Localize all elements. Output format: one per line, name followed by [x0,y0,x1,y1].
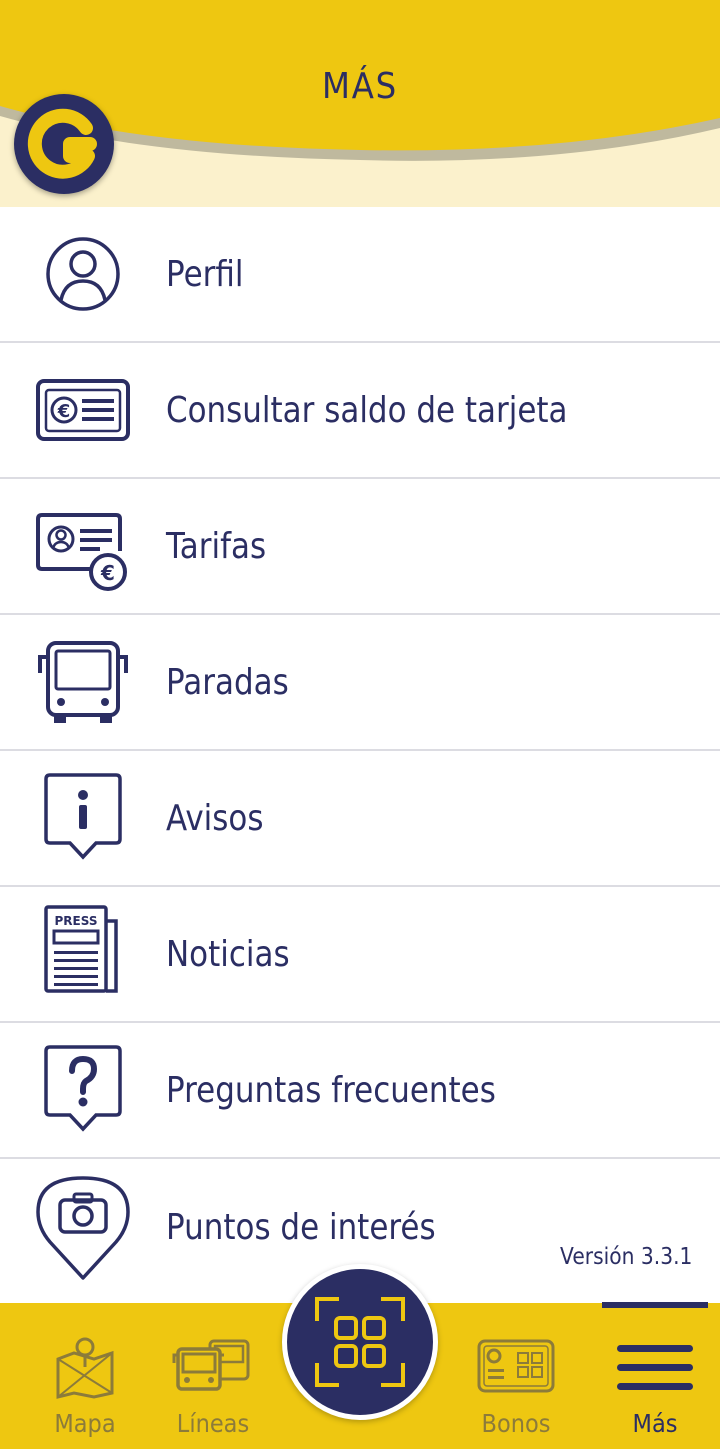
menu-item-label: Puntos de interés [166,1206,436,1248]
hamburger-menu-icon [617,1345,693,1390]
menu-item-label: Paradas [166,661,289,703]
tab-label: Bonos [481,1409,551,1438]
profile-icon [30,221,136,327]
card-balance-icon: € [30,357,136,463]
svg-text:€: € [57,401,71,422]
tab-label: Más [632,1409,678,1438]
buses-icon [172,1339,250,1391]
svg-text:€: € [100,561,115,585]
tab-label: Mapa [54,1409,116,1438]
menu-item-paradas[interactable]: Paradas [0,615,720,751]
qr-scan-icon [315,1297,405,1387]
g-logo-icon [27,108,97,179]
menu-item-label: Consultar saldo de tarjeta [166,389,568,431]
bus-stop-icon [30,629,136,735]
tab-label: Líneas [176,1409,250,1438]
svg-text:PRESS: PRESS [55,914,98,928]
menu-item-label: Tarifas [166,525,267,567]
tab-bonos[interactable]: Bonos [451,1303,581,1449]
menu-item-label: Noticias [166,933,290,975]
pass-card-icon [477,1339,555,1393]
newspaper-icon: PRESS [30,901,136,1007]
camera-pin-icon [30,1174,136,1280]
map-icon [56,1337,114,1399]
menu-list: Perfil € Consultar saldo de tarjeta € Ta… [0,207,720,1295]
menu-item-preguntas-frecuentes[interactable]: Preguntas frecuentes [0,1023,720,1159]
menu-item-consultar-saldo[interactable]: € Consultar saldo de tarjeta [0,343,720,479]
tab-mapa[interactable]: Mapa [20,1303,150,1449]
menu-item-avisos[interactable]: Avisos [0,751,720,887]
tab-lineas[interactable]: Líneas [148,1303,278,1449]
qr-scan-button[interactable] [282,1264,438,1420]
menu-item-label: Avisos [166,797,264,839]
menu-item-label: Perfil [166,253,244,295]
menu-item-noticias[interactable]: PRESS Noticias [0,887,720,1023]
fares-icon: € [30,493,136,599]
menu-item-tarifas[interactable]: € Tarifas [0,479,720,615]
info-bubble-icon [30,765,136,871]
question-bubble-icon [30,1037,136,1143]
page-title: MÁS [321,66,399,107]
menu-item-perfil[interactable]: Perfil [0,207,720,343]
tab-mas[interactable]: Más [590,1303,720,1449]
brand-logo [14,94,114,194]
menu-item-label: Preguntas frecuentes [166,1069,496,1111]
app-version: Versión 3.3.1 [559,1244,692,1270]
active-tab-indicator [602,1302,708,1308]
